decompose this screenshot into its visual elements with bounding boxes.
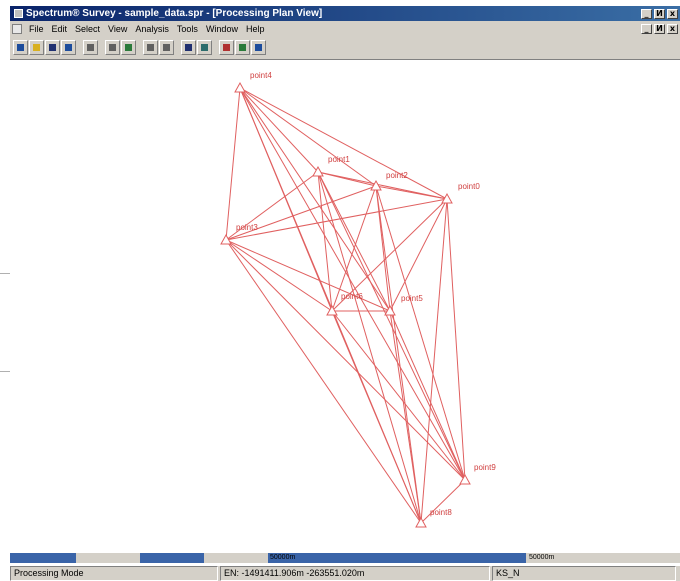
baseline-point4-point5[interactable] (239, 87, 391, 312)
left-frame (0, 60, 10, 550)
status-mode: Processing Mode (10, 566, 218, 581)
frame-tick (0, 273, 10, 274)
station-marker-point4[interactable] (234, 81, 246, 93)
menu-bar: File Edit Select View Analysis Tools Win… (10, 21, 680, 36)
edit-pencil-icon[interactable] (105, 40, 120, 55)
report-icon[interactable] (159, 40, 174, 55)
scale-label-end: 50000m (529, 554, 555, 561)
menu-tools[interactable]: Tools (173, 24, 202, 34)
window-title: Spectrum® Survey - sample_data.spr - [Pr… (26, 8, 323, 19)
network-plot[interactable]: point4 point1 point2 point0 point3 point6 poin… (10, 61, 680, 550)
baseline-point0-point8[interactable] (420, 198, 448, 524)
menu-view[interactable]: View (104, 24, 131, 34)
baseline-point3-point6[interactable] (225, 239, 333, 312)
station-label-point2: point2 (386, 171, 408, 180)
menu-window[interactable]: Window (202, 24, 242, 34)
scale-segment-dark (268, 553, 526, 563)
baseline-point4-point1[interactable] (239, 87, 319, 173)
station-label-point5: point5 (401, 294, 423, 303)
baseline-point0-point9[interactable] (446, 198, 466, 481)
close-button[interactable]: x (667, 8, 678, 19)
station-label-point3: point3 (236, 223, 258, 232)
toolbar (10, 36, 680, 60)
minimize-button[interactable]: _ (641, 8, 652, 19)
station-label-point1: point1 (328, 155, 350, 164)
station-label-point4: point4 (250, 71, 272, 80)
baseline-point2-point0[interactable] (375, 185, 448, 200)
restore-button[interactable]: И (654, 8, 665, 19)
doc-restore-button[interactable]: И (654, 23, 665, 34)
baseline-point4-point0[interactable] (239, 87, 448, 200)
menu-analysis[interactable]: Analysis (131, 24, 173, 34)
station-label-point0: point0 (458, 182, 480, 191)
check-icon[interactable] (235, 40, 250, 55)
title-bar: Spectrum® Survey - sample_data.spr - [Pr… (10, 6, 680, 21)
document-icon[interactable] (12, 23, 22, 34)
save-icon[interactable] (45, 40, 60, 55)
adjust-loop-icon[interactable] (197, 40, 212, 55)
import-icon[interactable] (121, 40, 136, 55)
menu-file[interactable]: File (25, 24, 48, 34)
baseline-point1-point9[interactable] (317, 171, 466, 481)
status-projection: KS_N (492, 566, 676, 581)
station-label-point9: point9 (474, 463, 496, 472)
process-icon[interactable] (219, 40, 234, 55)
scale-label-mid: 50000m (270, 554, 296, 561)
frame-tick (0, 371, 10, 372)
baseline-point6-point8[interactable] (331, 310, 422, 524)
menu-help[interactable]: Help (242, 24, 269, 34)
station-label-point6: point6 (341, 292, 363, 301)
open-folder-icon[interactable] (29, 40, 44, 55)
print-icon[interactable] (83, 40, 98, 55)
baseline-point1-point6[interactable] (317, 171, 333, 312)
baseline-point2-point8[interactable] (375, 185, 422, 524)
doc-close-button[interactable]: x (667, 23, 678, 34)
scale-segment-light (76, 553, 140, 563)
menu-edit[interactable]: Edit (48, 24, 72, 34)
doc-minimize-button[interactable]: _ (641, 23, 652, 34)
baseline-point5-point8[interactable] (389, 310, 422, 524)
new-project-icon[interactable] (13, 40, 28, 55)
scale-segment-dark (140, 553, 204, 563)
app-icon (14, 9, 23, 18)
properties-icon[interactable] (143, 40, 158, 55)
baseline-point6-point9[interactable] (331, 310, 466, 481)
scale-segment-light (204, 553, 268, 563)
scale-segment-dark (10, 553, 76, 563)
scale-bar: 50000m 50000m (10, 553, 680, 563)
status-bar: Processing Mode EN: -1491411.906m -26355… (10, 566, 680, 581)
menu-select[interactable]: Select (71, 24, 104, 34)
export-icon[interactable] (61, 40, 76, 55)
baseline-point4-point3[interactable] (225, 87, 241, 241)
adjust-network-icon[interactable] (181, 40, 196, 55)
station-label-point8: point8 (430, 508, 452, 517)
globe-icon[interactable] (251, 40, 266, 55)
baseline-point4-point9[interactable] (239, 87, 466, 481)
plan-view-canvas[interactable]: point4 point1 point2 point0 point3 point6 poin… (10, 61, 680, 550)
status-coordinates: EN: -1491411.906m -263551.020m (220, 566, 490, 581)
